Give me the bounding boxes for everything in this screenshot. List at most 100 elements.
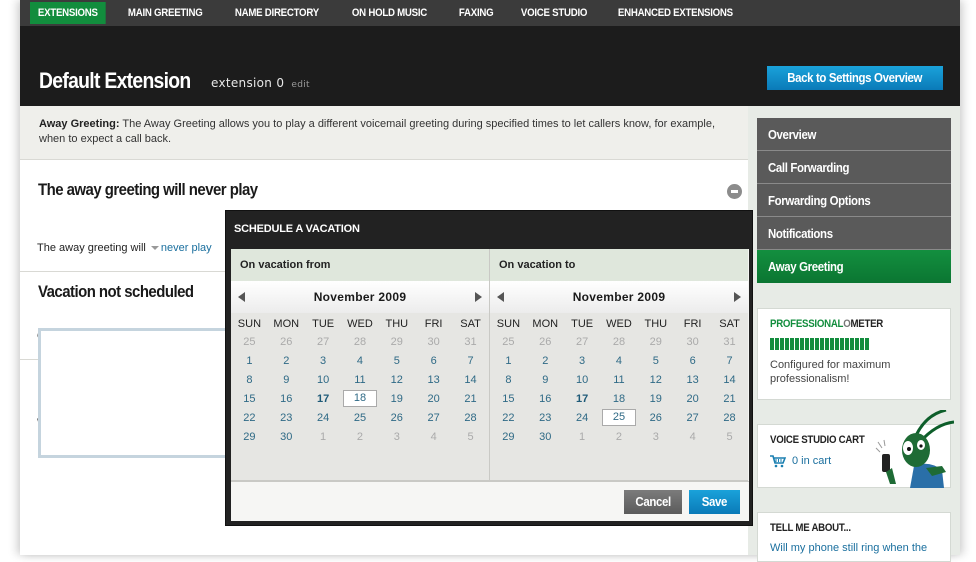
calendar-day[interactable]: 27 (674, 408, 711, 427)
calendar-day[interactable]: 1 (564, 427, 601, 446)
next-month-icon[interactable] (475, 292, 482, 302)
calendar-day-selected[interactable]: 18 (342, 389, 379, 408)
calendar-day[interactable]: 19 (378, 389, 415, 408)
prev-month-icon[interactable] (238, 292, 245, 302)
calendar-day[interactable]: 24 (305, 408, 342, 427)
calendar-day[interactable]: 29 (637, 332, 674, 351)
calendar-day[interactable]: 11 (342, 370, 379, 389)
calendar-day[interactable]: 30 (415, 332, 452, 351)
calendar-day[interactable]: 2 (342, 427, 379, 446)
calendar-day[interactable]: 15 (231, 389, 268, 408)
calendar-day[interactable]: 2 (601, 427, 638, 446)
calendar-day[interactable]: 13 (415, 370, 452, 389)
calendar-day[interactable]: 22 (231, 408, 268, 427)
calendar-day[interactable]: 5 (378, 351, 415, 370)
calendar-day[interactable]: 15 (490, 389, 527, 408)
calendar-day[interactable]: 4 (674, 427, 711, 446)
calendar-day[interactable]: 27 (305, 332, 342, 351)
calendar-day[interactable]: 18 (601, 389, 638, 408)
tab-on-hold-music[interactable]: ON HOLD MUSIC (344, 2, 435, 24)
cancel-button[interactable]: Cancel (624, 490, 682, 514)
calendar-day[interactable]: 7 (711, 351, 748, 370)
calendar-day[interactable]: 16 (268, 389, 305, 408)
calendar-day[interactable]: 12 (378, 370, 415, 389)
calendar-day[interactable]: 11 (601, 370, 638, 389)
calendar-day[interactable]: 23 (268, 408, 305, 427)
calendar-day[interactable]: 26 (637, 408, 674, 427)
calendar-day[interactable]: 30 (268, 427, 305, 446)
schedule-option-link[interactable]: never play (161, 242, 212, 254)
calendar-day[interactable]: 3 (637, 427, 674, 446)
calendar-day[interactable]: 4 (342, 351, 379, 370)
calendar-day[interactable]: 26 (268, 332, 305, 351)
calendar-day[interactable]: 4 (415, 427, 452, 446)
calendar-day[interactable]: 2 (527, 351, 564, 370)
calendar-day[interactable]: 8 (231, 370, 268, 389)
tell-me-link[interactable]: Will my phone still ring when the (770, 542, 938, 554)
calendar-day[interactable]: 31 (711, 332, 748, 351)
tab-enhanced-extensions[interactable]: ENHANCED EXTENSIONS (610, 2, 741, 24)
calendar-day[interactable]: 26 (527, 332, 564, 351)
calendar-day[interactable]: 24 (564, 408, 601, 427)
calendar-day[interactable]: 8 (490, 370, 527, 389)
calendar-day[interactable]: 17 (305, 389, 342, 408)
calendar-day[interactable]: 25 (231, 332, 268, 351)
calendar-day[interactable]: 30 (527, 427, 564, 446)
calendar-day[interactable]: 19 (637, 389, 674, 408)
tab-voice-studio[interactable]: VOICE STUDIO (513, 2, 595, 24)
calendar-day[interactable]: 28 (342, 332, 379, 351)
calendar-day[interactable]: 1 (305, 427, 342, 446)
calendar-day[interactable]: 2 (268, 351, 305, 370)
calendar-day[interactable]: 6 (415, 351, 452, 370)
save-button[interactable]: Save (689, 490, 740, 514)
calendar-day[interactable]: 12 (637, 370, 674, 389)
calendar-day[interactable]: 9 (268, 370, 305, 389)
calendar-day[interactable]: 28 (601, 332, 638, 351)
calendar-day[interactable]: 29 (378, 332, 415, 351)
calendar-day[interactable]: 14 (711, 370, 748, 389)
calendar-day[interactable]: 25 (342, 408, 379, 427)
edit-extension-link[interactable]: edit (291, 80, 309, 90)
calendar-day[interactable]: 4 (601, 351, 638, 370)
next-month-icon[interactable] (734, 292, 741, 302)
calendar-day[interactable]: 7 (452, 351, 489, 370)
calendar-day[interactable]: 3 (378, 427, 415, 446)
calendar-day[interactable]: 5 (637, 351, 674, 370)
calendar-day[interactable]: 30 (674, 332, 711, 351)
calendar-day[interactable]: 10 (305, 370, 342, 389)
sidebar-item-notifications[interactable]: Notifications (757, 217, 951, 250)
tab-name-directory[interactable]: NAME DIRECTORY (227, 2, 327, 24)
calendar-day[interactable]: 10 (564, 370, 601, 389)
calendar-day[interactable]: 28 (452, 408, 489, 427)
prev-month-icon[interactable] (497, 292, 504, 302)
calendar-day[interactable]: 16 (527, 389, 564, 408)
calendar-day[interactable]: 14 (452, 370, 489, 389)
sidebar-item-forwarding-options[interactable]: Forwarding Options (757, 184, 951, 217)
sidebar-item-call-forwarding[interactable]: Call Forwarding (757, 151, 951, 184)
calendar-day[interactable]: 1 (490, 351, 527, 370)
tab-faxing[interactable]: FAXING (451, 2, 501, 24)
calendar-day[interactable]: 31 (452, 332, 489, 351)
sidebar-item-overview[interactable]: Overview (757, 118, 951, 151)
calendar-day[interactable]: 29 (231, 427, 268, 446)
calendar-day[interactable]: 22 (490, 408, 527, 427)
calendar-day[interactable]: 29 (490, 427, 527, 446)
calendar-day[interactable]: 13 (674, 370, 711, 389)
calendar-day[interactable]: 21 (711, 389, 748, 408)
calendar-day[interactable]: 20 (674, 389, 711, 408)
calendar-day[interactable]: 3 (564, 351, 601, 370)
calendar-day-selected[interactable]: 25 (601, 408, 638, 427)
calendar-day[interactable]: 6 (674, 351, 711, 370)
calendar-day[interactable]: 20 (415, 389, 452, 408)
calendar-day[interactable]: 17 (564, 389, 601, 408)
calendar-day[interactable]: 5 (711, 427, 748, 446)
tab-main-greeting[interactable]: MAIN GREETING (120, 2, 210, 24)
calendar-day[interactable]: 27 (564, 332, 601, 351)
calendar-day[interactable]: 21 (452, 389, 489, 408)
calendar-day[interactable]: 27 (415, 408, 452, 427)
calendar-day[interactable]: 5 (452, 427, 489, 446)
back-to-settings-button[interactable]: Back to Settings Overview (767, 66, 943, 90)
calendar-day[interactable]: 28 (711, 408, 748, 427)
calendar-day[interactable]: 26 (378, 408, 415, 427)
tab-extensions[interactable]: EXTENSIONS (30, 2, 106, 24)
